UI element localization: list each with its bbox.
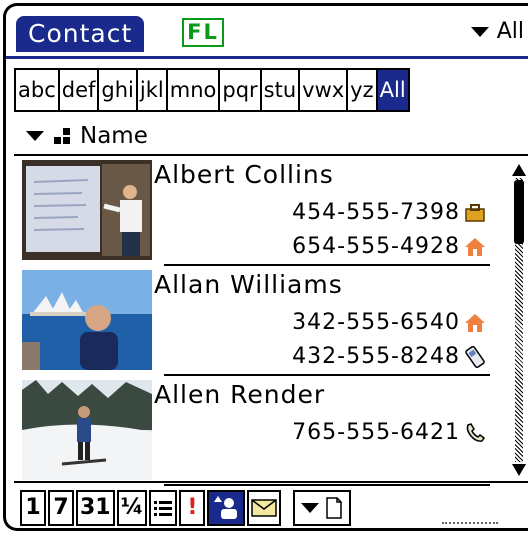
phone-number: 765-555-6421 (292, 420, 460, 445)
phone-number: 454-555-7398 (292, 200, 460, 225)
phone-number: 432-555-8248 (292, 344, 460, 369)
app-window: Contact FL All abc def ghi jkl mno pqr s… (3, 3, 528, 531)
scroll-down-arrow-icon[interactable] (512, 464, 526, 476)
divider (14, 154, 528, 156)
home-icon (464, 236, 486, 258)
alpha-tab-ghi[interactable]: ghi (97, 68, 136, 112)
contact-list: Albert Collins 454-555-7398 654-555-4928 (14, 158, 510, 488)
agenda-view-button[interactable]: ¼ (116, 490, 148, 526)
divider (164, 264, 490, 266)
contact-phone: 654-555-4928 (292, 234, 486, 259)
header-bar: Contact FL All (6, 6, 528, 59)
priority-exclamation-icon: ! (187, 495, 198, 520)
sort-grip-icon (54, 128, 70, 144)
divider (164, 484, 490, 486)
alpha-tabs: abc def ghi jkl mno pqr stu vwx yz All (14, 68, 410, 112)
new-document-icon (326, 497, 343, 519)
work-briefcase-icon (464, 202, 486, 224)
mail-button[interactable] (247, 490, 282, 526)
sort-dropdown-arrow-icon (26, 131, 44, 141)
contact-phone: 454-555-7398 (292, 200, 486, 225)
mail-icon (251, 499, 278, 517)
contact-person-icon (214, 496, 238, 519)
home-icon (464, 312, 486, 334)
scroll-up-arrow-icon[interactable] (512, 164, 526, 176)
contacts-view-button[interactable] (207, 490, 246, 526)
bottom-toolbar: 1 7 31 ¼ ! (20, 488, 352, 528)
contact-photo (22, 380, 152, 480)
contact-name: Allen Render (154, 380, 326, 409)
alpha-tab-yz[interactable]: yz (346, 68, 376, 112)
contact-photo (22, 160, 152, 260)
contact-phone: 765-555-6421 (292, 420, 486, 445)
contact-row[interactable]: Allen Render 765-555-6421 (14, 378, 510, 488)
scroll-thumb[interactable] (514, 180, 524, 244)
contact-name: Albert Collins (154, 160, 334, 189)
contact-phone: 342-555-6540 (292, 310, 486, 335)
alpha-tab-abc[interactable]: abc (14, 68, 58, 112)
new-menu-button[interactable] (293, 490, 352, 526)
category-value: All (496, 19, 524, 44)
sort-label: Name (80, 123, 148, 149)
phone-number: 654-555-4928 (292, 234, 460, 259)
alpha-tab-stu[interactable]: stu (259, 68, 299, 112)
divider (14, 481, 528, 483)
contact-row[interactable]: Albert Collins 454-555-7398 654-555-4928 (14, 158, 510, 268)
month-view-button[interactable]: 31 (76, 490, 115, 526)
dropdown-arrow-icon (301, 503, 320, 513)
phone-number: 342-555-6540 (292, 310, 460, 335)
dotted-separator (442, 522, 498, 524)
day-view-button[interactable]: 1 (20, 490, 46, 526)
fl-badge[interactable]: FL (182, 18, 224, 47)
alpha-tab-jkl[interactable]: jkl (135, 68, 166, 112)
sort-header[interactable]: Name (26, 122, 148, 150)
alpha-tab-pqr[interactable]: pqr (218, 68, 260, 112)
app-title[interactable]: Contact (16, 16, 145, 52)
list-icon (154, 501, 173, 516)
list-view-button[interactable] (149, 490, 178, 526)
alpha-tab-def[interactable]: def (57, 68, 98, 112)
contact-name: Allan Williams (154, 270, 343, 299)
week-view-button[interactable]: 7 (48, 490, 74, 526)
contact-phone: 432-555-8248 (292, 344, 486, 369)
alpha-tab-all[interactable]: All (375, 68, 410, 112)
priority-button[interactable]: ! (179, 490, 206, 526)
alpha-tab-mno[interactable]: mno (165, 68, 219, 112)
mobile-phone-icon (464, 345, 486, 368)
category-dropdown[interactable]: All (470, 18, 524, 46)
telephone-handset-icon (464, 422, 486, 444)
dropdown-arrow-icon (470, 27, 489, 37)
divider (164, 374, 490, 376)
contact-photo (22, 270, 152, 370)
scrollbar[interactable] (512, 164, 526, 476)
contact-row[interactable]: Allan Williams 342-555-6540 432-555-8248 (14, 268, 510, 378)
alpha-tab-vwx[interactable]: vwx (298, 68, 347, 112)
